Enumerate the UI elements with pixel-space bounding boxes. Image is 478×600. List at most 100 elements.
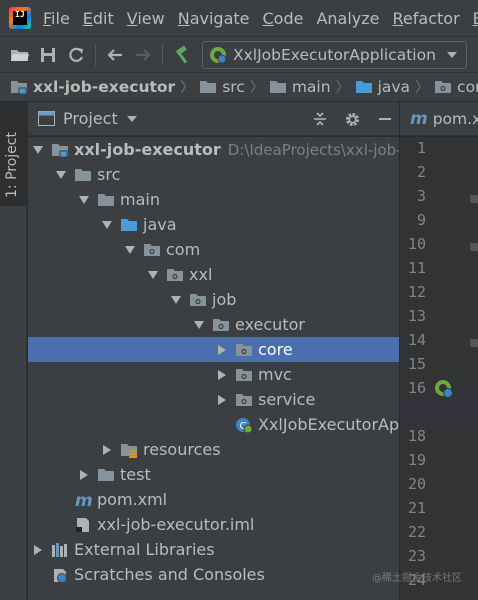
save-icon[interactable] [34,41,62,69]
tree-node-service[interactable]: service [28,387,399,412]
intellij-logo-icon[interactable]: IJ [9,7,31,29]
tree-node-external-libraries[interactable]: External Libraries [28,537,399,562]
collapsed-arrow-icon[interactable] [32,544,44,556]
menu-bar: IJ File Edit View Navigate Code Analyze Refact… [0,0,478,36]
expanded-arrow-icon[interactable] [78,194,90,206]
menu-edit[interactable]: Edit [83,9,114,28]
line-number: 14 [407,331,426,349]
collapsed-arrow-icon[interactable] [78,469,90,481]
menu-refactor[interactable]: Refactor [393,9,460,28]
tree-node-label: External Libraries [74,540,215,559]
tree-node-label: xxl [189,265,213,284]
module-path: D:\IdeaProjects\xxl-job-executor [227,140,399,159]
expanded-arrow-icon[interactable] [170,294,182,306]
forward-icon[interactable] [129,41,157,69]
menu-file[interactable]: File [43,9,70,28]
breadcrumb-label: main [291,78,331,96]
folder-icon [74,167,92,183]
menu-navigate[interactable]: Navigate [178,9,250,28]
fold-marker-icon[interactable] [470,243,478,251]
package-icon [212,317,230,333]
breadcrumb-item[interactable]: java [355,78,410,96]
open-folder-icon[interactable] [6,41,34,69]
gear-icon[interactable] [344,111,361,128]
maven-file-icon: m [74,492,92,508]
editor-gutter: 1239101112131415161718192021222324 [400,137,478,600]
tree-node-java[interactable]: java [28,212,399,237]
tree-node-label: java [143,215,177,234]
tree-node-xxl-job-executor[interactable]: xxl-job-executor D:\IdeaProjects\xxl-job-… [28,137,399,162]
tree-node-xxl-job-executor-iml[interactable]: xxl-job-executor.iml [28,512,399,537]
back-icon[interactable] [101,41,129,69]
package-icon [166,267,184,283]
build-hammer-icon[interactable] [168,41,196,69]
tree-node-resources[interactable]: resources [28,437,399,462]
tree-node-label: core [258,340,293,359]
breadcrumb-item[interactable]: src [199,78,245,96]
expanded-arrow-icon[interactable] [55,169,67,181]
fold-marker-icon[interactable] [470,195,478,203]
maven-icon: m [410,108,428,129]
breadcrumb-item[interactable]: main [269,78,331,96]
sync-icon[interactable] [62,41,90,69]
breadcrumb-separator: 〉 [335,80,350,96]
tree-node-core[interactable]: core [28,337,399,362]
project-tool-window-tab[interactable]: 1: Project [0,102,27,206]
run-gutter-icon[interactable] [434,379,454,399]
expanded-arrow-icon[interactable] [124,244,136,256]
editor-tab-pom[interactable]: m pom.xml [400,109,478,129]
line-number: 12 [407,283,426,301]
tree-node-test[interactable]: test [28,462,399,487]
fold-marker-icon[interactable] [470,339,478,347]
chevron-down-icon[interactable] [126,115,138,123]
tree-node-executor[interactable]: executor [28,312,399,337]
expanded-arrow-icon[interactable] [32,144,44,156]
expanded-arrow-icon[interactable] [101,219,113,231]
hide-panel-icon[interactable] [377,111,393,127]
tree-node-mvc[interactable]: mvc [28,362,399,387]
line-number: 18 [407,427,426,445]
collapsed-arrow-icon[interactable] [216,394,228,406]
tree-node-scratches-and-consoles[interactable]: Scratches and Consoles [28,562,399,587]
project-view-icon [38,111,55,126]
source-folder-icon [120,217,138,233]
collapsed-arrow-icon[interactable] [216,369,228,381]
menu-bu[interactable]: Bu [473,9,478,28]
tree-node-com[interactable]: com [28,237,399,262]
breadcrumb-item[interactable]: com [434,78,478,96]
menu-analyze[interactable]: Analyze [316,9,379,28]
run-configuration-selector[interactable]: XxlJobExecutorApplication [202,40,467,69]
tree-node-src[interactable]: src [28,162,399,187]
expanded-arrow-icon[interactable] [147,269,159,281]
breadcrumb-label: xxl-job-executor [33,78,176,96]
tree-node-xxljobexecutorapplication[interactable]: C XxlJobExecutorApplication [28,412,399,437]
iml-file-icon [74,517,92,533]
tree-node-label: test [120,465,151,484]
breadcrumb-separator: 〉 [249,80,264,96]
line-number: 15 [407,355,426,373]
scratches-icon [51,567,69,583]
menu-code[interactable]: Code [263,9,304,28]
tree-node-main[interactable]: main [28,187,399,212]
tree-node-label: job [212,290,237,309]
project-panel-title[interactable]: Project [63,109,118,128]
collapsed-arrow-icon[interactable] [101,444,113,456]
tree-node-pom-xml[interactable]: m pom.xml [28,487,399,512]
editor-tab-label: pom.xml [432,109,478,128]
tree-node-xxl[interactable]: xxl [28,262,399,287]
package-icon [235,392,253,408]
line-number: 16 [407,379,426,397]
expanded-arrow-icon[interactable] [193,319,205,331]
resources-folder-icon [120,442,138,458]
package-icon [189,292,207,308]
module-folder-icon [11,81,27,95]
chevron-down-icon [446,51,457,58]
tree-node-job[interactable]: job [28,287,399,312]
tree-node-label: xxl-job-executor.iml [97,515,255,534]
run-configuration-label: XxlJobExecutorApplication [233,45,436,64]
collapse-all-icon[interactable] [312,111,328,127]
menu-view[interactable]: View [127,9,165,28]
line-number: 19 [407,451,426,469]
breadcrumb-item[interactable]: xxl-job-executor [10,78,175,96]
collapsed-arrow-icon[interactable] [216,344,228,356]
